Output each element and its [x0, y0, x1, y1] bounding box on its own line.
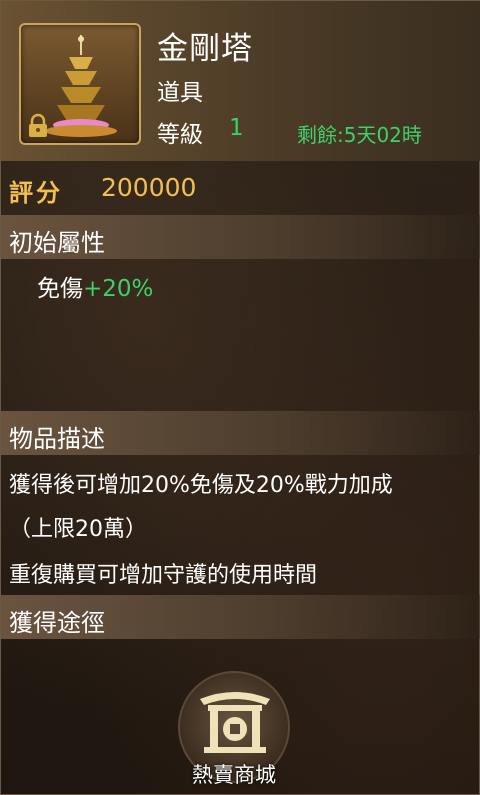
item-detail-panel: 金剛塔 道具 等級 1 剩餘:5天02時 評分 200000 初始屬性 免傷+2…: [0, 0, 480, 795]
section-title: 獲得途徑: [9, 609, 105, 637]
item-icon-frame[interactable]: [19, 23, 141, 145]
description-line: 重復購買可增加守護的使用時間: [9, 563, 318, 588]
shop-gate-icon: [200, 692, 270, 753]
description-line: （上限20萬）: [9, 517, 147, 542]
section-title: 物品描述: [9, 425, 105, 453]
attribute-line: 免傷+20%: [37, 269, 153, 303]
item-header: 金剛塔 道具 等級 1 剩餘:5天02時: [1, 1, 480, 161]
attribute-value: +20%: [83, 276, 154, 302]
lock-icon: [29, 113, 47, 137]
level-label: 等級: [157, 122, 203, 148]
attribute-name: 免傷: [37, 276, 83, 302]
item-type: 道具: [157, 80, 203, 106]
level-value: 1: [229, 115, 244, 141]
section-description: 物品描述: [1, 411, 480, 455]
score-label: 評分: [9, 179, 63, 207]
item-name: 金剛塔: [157, 31, 253, 67]
section-acquire: 獲得途徑: [1, 595, 480, 639]
score-value: 200000: [101, 173, 197, 202]
section-initial-attributes: 初始屬性: [1, 215, 480, 259]
remaining-time: 剩餘:5天02時: [297, 123, 422, 147]
description-line: 獲得後可增加20%免傷及20%戰力加成: [9, 473, 393, 498]
hot-shop-label[interactable]: 熱賣商城: [181, 759, 287, 789]
section-title: 初始屬性: [9, 229, 105, 257]
score-row: 評分 200000: [1, 171, 480, 209]
